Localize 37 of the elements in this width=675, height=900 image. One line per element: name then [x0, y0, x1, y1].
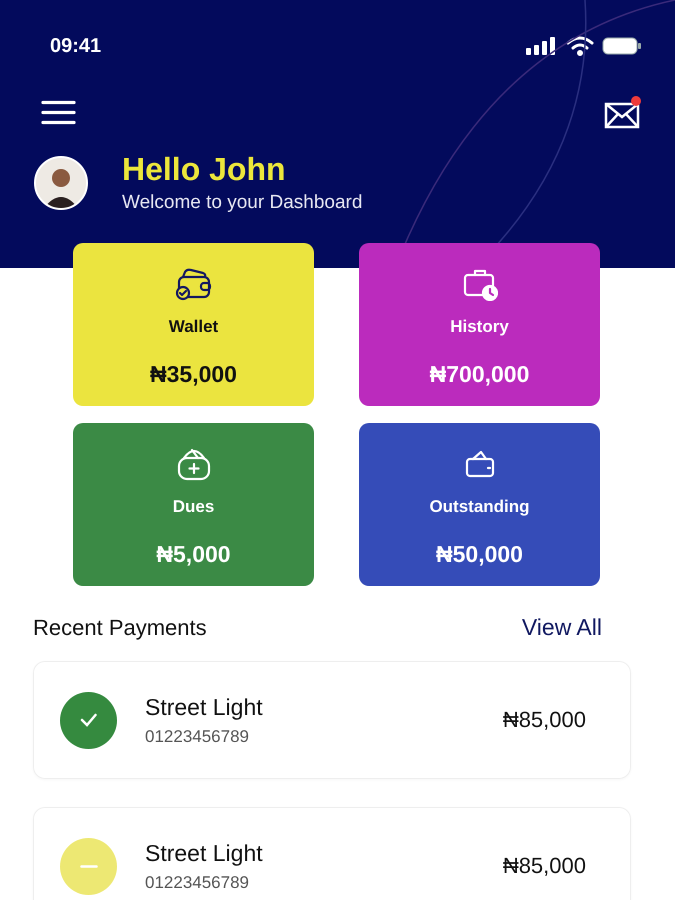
- wallet-icon: [174, 267, 212, 301]
- check-icon: [80, 713, 97, 727]
- menu-icon[interactable]: [41, 100, 76, 124]
- section-title: Recent Payments: [33, 614, 207, 640]
- payment-account: 01223456789: [145, 726, 250, 746]
- greeting-subtitle: Welcome to your Dashboard: [122, 192, 362, 214]
- signal-icon: [526, 37, 558, 55]
- battery-icon: [602, 37, 642, 55]
- bag-plus-icon: [176, 446, 212, 482]
- payment-name: Street Light: [145, 840, 264, 866]
- wifi-icon: [566, 36, 594, 56]
- summary-tile[interactable]: Wallet ₦35,000: [73, 243, 314, 406]
- summary-tile[interactable]: Dues ₦5,000: [73, 423, 314, 586]
- tile-label: Outstanding: [429, 497, 530, 517]
- status-time: 09:41: [50, 34, 102, 58]
- tile-amount: ₦700,000: [430, 361, 530, 388]
- minus-icon: [80, 864, 98, 868]
- mail-icon[interactable]: [604, 95, 642, 129]
- tile-label: History: [450, 317, 509, 337]
- greeting-title: Hello John: [122, 151, 287, 188]
- payment-amount: ₦85,000: [502, 707, 586, 733]
- payment-account: 01223456789: [145, 872, 250, 892]
- summary-tile[interactable]: History ₦700,000: [359, 243, 600, 406]
- tile-amount: ₦5,000: [156, 541, 231, 568]
- tile-label: Wallet: [168, 317, 218, 337]
- payment-amount: ₦85,000: [502, 853, 586, 879]
- view-all-link[interactable]: View All: [522, 614, 602, 641]
- avatar[interactable]: [34, 156, 88, 210]
- tile-amount: ₦50,000: [436, 541, 523, 568]
- payment-name: Street Light: [145, 694, 264, 720]
- payment-card[interactable]: Street Light 01223456789 ₦85,000: [33, 807, 631, 900]
- briefcase-clock-icon: [462, 267, 498, 301]
- wallet-icon: [464, 449, 496, 479]
- payment-card[interactable]: Street Light 01223456789 ₦85,000: [33, 661, 631, 779]
- tile-label: Dues: [172, 497, 214, 517]
- tile-amount: ₦35,000: [150, 361, 237, 388]
- summary-tile[interactable]: Outstanding ₦50,000: [359, 423, 600, 586]
